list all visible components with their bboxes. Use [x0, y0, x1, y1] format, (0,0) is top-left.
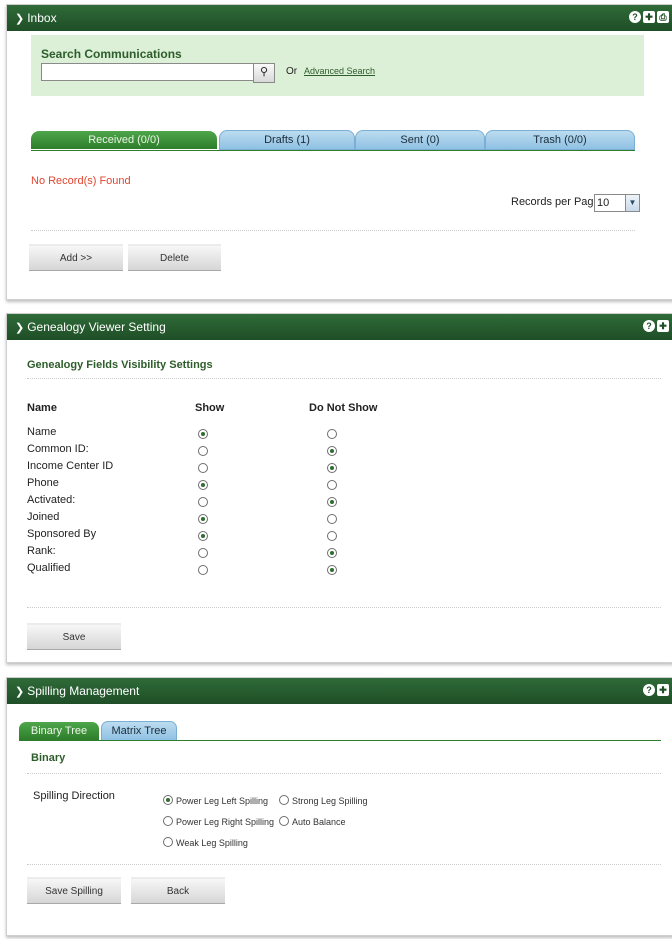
subtab-underline [19, 740, 661, 741]
settings-icon[interactable]: ✚ [657, 320, 669, 332]
inbox-header: ❯ Inbox ? ✚ ⎙ [7, 5, 672, 31]
header-icons: ? ✚ ⎙ [627, 11, 669, 37]
search-icon: ⚲ [259, 66, 269, 78]
help-icon[interactable]: ? [629, 11, 641, 23]
search-input[interactable] [41, 63, 254, 81]
genealogy-panel: ❯ Genealogy Viewer Setting ? ✚ Genealogy F… [6, 313, 672, 663]
option-label: Auto Balance [292, 817, 346, 827]
option-label: Power Leg Left Spilling [176, 796, 269, 806]
radio-strong-leg[interactable] [279, 795, 289, 805]
panel-title: Inbox [27, 11, 57, 25]
field-label: Name [27, 426, 57, 438]
panel-title: Spilling Management [27, 684, 140, 698]
chevron-down-icon[interactable]: ▼ [625, 195, 639, 211]
settings-icon[interactable]: ✚ [657, 684, 669, 696]
option-label: Power Leg Right Spilling [176, 817, 275, 827]
records-per-page-label: Records per Page [511, 196, 600, 208]
search-button[interactable]: ⚲ [253, 63, 275, 83]
radio-power-leg-right[interactable] [163, 816, 173, 826]
field-label: Joined [27, 511, 60, 523]
field-label: Sponsored By [27, 528, 97, 540]
divider [27, 378, 661, 379]
radio-do-not-show[interactable] [327, 446, 337, 456]
radio-do-not-show[interactable] [327, 480, 337, 490]
records-per-page-select[interactable]: 10 ▼ [594, 194, 640, 212]
tab-sent[interactable]: Sent (0) [355, 130, 485, 150]
radio-show[interactable] [198, 548, 208, 558]
header-icons: ? ✚ [641, 320, 669, 346]
field-label: Qualified [27, 562, 71, 574]
back-button[interactable]: Back [131, 877, 225, 904]
divider [27, 773, 661, 774]
field-label: Phone [27, 477, 59, 489]
column-header-show: Show [195, 402, 225, 414]
spilling-header: ❯ Spilling Management ? ✚ [7, 678, 672, 704]
radio-show[interactable] [198, 497, 208, 507]
radio-weak-leg[interactable] [163, 837, 173, 847]
tab-trash[interactable]: Trash (0/0) [485, 130, 635, 150]
divider [27, 864, 661, 865]
option-label: Weak Leg Spilling [176, 838, 248, 848]
radio-do-not-show[interactable] [327, 429, 337, 439]
header-icons: ? ✚ [641, 684, 669, 710]
radio-power-leg-left[interactable] [163, 795, 173, 805]
chevron-right-icon[interactable]: ❯ [15, 679, 24, 705]
radio-do-not-show[interactable] [327, 514, 337, 524]
no-records-message: No Record(s) Found [31, 175, 131, 187]
field-label: Common ID: [27, 443, 89, 455]
divider [27, 607, 661, 608]
add-button[interactable]: Add >> [29, 244, 123, 271]
divider [31, 230, 635, 231]
spilling-direction-label: Spilling Direction [33, 790, 115, 802]
chevron-right-icon[interactable]: ❯ [15, 6, 24, 32]
print-icon[interactable]: ⎙ [657, 11, 669, 23]
save-spilling-button[interactable]: Save Spilling [27, 877, 121, 904]
radio-show[interactable] [198, 514, 208, 524]
settings-icon[interactable]: ✚ [643, 11, 655, 23]
field-label: Income Center ID [27, 460, 114, 472]
section-title: Binary [31, 752, 66, 764]
tab-drafts[interactable]: Drafts (1) [219, 130, 355, 150]
radio-show[interactable] [198, 480, 208, 490]
save-button[interactable]: Save [27, 623, 121, 650]
records-per-page-value: 10 [597, 197, 610, 209]
option-label: Strong Leg Spilling [292, 796, 368, 806]
field-label: Activated: [27, 494, 76, 506]
radio-show[interactable] [198, 531, 208, 541]
radio-show[interactable] [198, 446, 208, 456]
radio-auto-balance[interactable] [279, 816, 289, 826]
tab-binary-tree[interactable]: Binary Tree [19, 722, 99, 740]
tab-received[interactable]: Received (0/0) [31, 131, 217, 149]
genealogy-header: ❯ Genealogy Viewer Setting ? ✚ [7, 314, 672, 340]
help-icon[interactable]: ? [643, 320, 655, 332]
panel-title: Genealogy Viewer Setting [27, 320, 166, 334]
search-label: Search Communications [41, 47, 182, 61]
tab-bar-underline [31, 150, 635, 151]
inbox-panel: ❯ Inbox ? ✚ ⎙ Search Communications ⚲ Or Ad… [6, 4, 672, 300]
delete-button[interactable]: Delete [128, 244, 221, 271]
column-header-name: Name [27, 402, 57, 414]
advanced-search-link[interactable]: Advanced Search [304, 66, 375, 76]
radio-do-not-show[interactable] [327, 565, 337, 575]
chevron-right-icon[interactable]: ❯ [15, 315, 24, 341]
radio-do-not-show[interactable] [327, 497, 337, 507]
field-label: Rank: [27, 545, 56, 557]
search-area: Search Communications ⚲ Or Advanced Sear… [31, 35, 644, 96]
tab-matrix-tree[interactable]: Matrix Tree [101, 721, 177, 741]
radio-show[interactable] [198, 429, 208, 439]
help-icon[interactable]: ? [643, 684, 655, 696]
column-header-do-not-show: Do Not Show [309, 402, 378, 414]
or-text: Or [286, 66, 298, 77]
radio-show[interactable] [198, 565, 208, 575]
spilling-panel: ❯ Spilling Management ? ✚ Binary Tree Matr… [6, 677, 672, 936]
radio-show[interactable] [198, 463, 208, 473]
radio-do-not-show[interactable] [327, 531, 337, 541]
radio-do-not-show[interactable] [327, 548, 337, 558]
radio-do-not-show[interactable] [327, 463, 337, 473]
section-title: Genealogy Fields Visibility Settings [27, 359, 213, 371]
